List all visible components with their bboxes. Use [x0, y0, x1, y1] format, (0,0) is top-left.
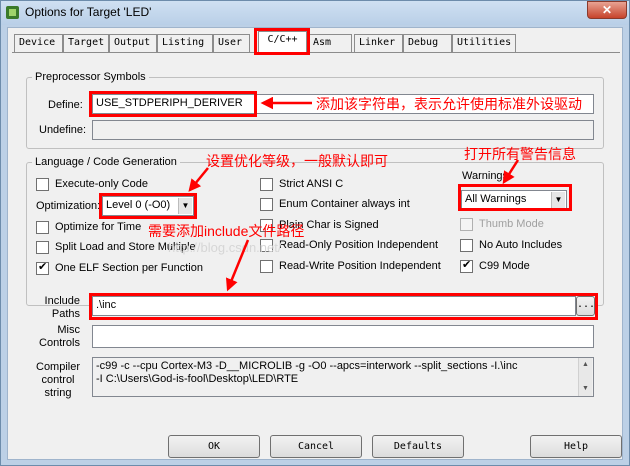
include-annotation: 需要添加include文件路径: [148, 223, 305, 239]
dialog-body: Device Target Output Listing User C/C++ …: [7, 27, 623, 460]
app-icon: [6, 6, 19, 19]
options-dialog: Options for Target 'LED' ✕ Device Target…: [0, 0, 630, 466]
warnings-annotation: 打开所有警告信息: [464, 146, 576, 162]
arrow-optimization: [188, 167, 209, 192]
close-button[interactable]: ✕: [587, 1, 627, 19]
optimization-annotation: 设置优化等级，一般默认即可: [206, 153, 388, 169]
define-annotation: 添加该字符串，表示允许使用标准外设驱动: [316, 96, 582, 112]
window-title: Options for Target 'LED': [25, 5, 152, 19]
annotation-arrows: [188, 96, 520, 292]
title-bar: Options for Target 'LED' ✕: [1, 1, 629, 25]
arrow-include: [225, 239, 250, 292]
